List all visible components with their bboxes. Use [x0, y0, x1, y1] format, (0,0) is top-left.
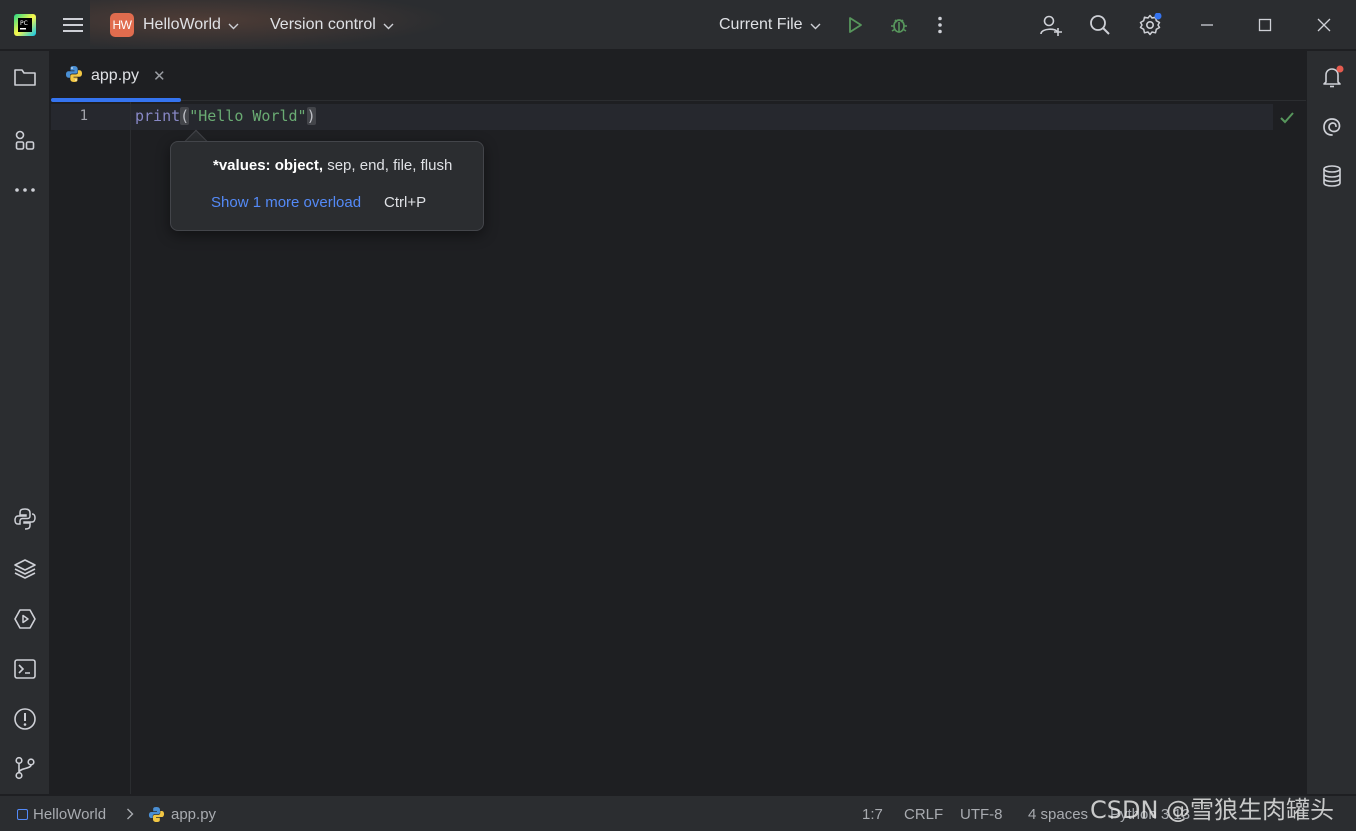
- editor-tab-strip: app.py ✕: [51, 51, 1306, 102]
- structure-icon[interactable]: [12, 127, 38, 153]
- maximize-icon[interactable]: [1258, 0, 1276, 50]
- current-parameter: *values: object,: [213, 157, 324, 174]
- main-menu-icon[interactable]: [62, 0, 86, 50]
- left-tool-strip: [0, 51, 50, 794]
- vcs-label: Version control: [270, 16, 376, 33]
- module-icon: [17, 808, 28, 820]
- run-icon[interactable]: [846, 0, 866, 50]
- title-bar: PC HW HelloWorld Version control Current…: [0, 0, 1356, 50]
- svg-text:PC: PC: [20, 20, 28, 27]
- line-ending[interactable]: CRLF: [904, 796, 943, 831]
- file-encoding[interactable]: UTF-8: [960, 796, 1003, 831]
- parameter-info-popup: *values: object, sep, end, file, flush S…: [170, 141, 484, 231]
- line-gutter: 1: [51, 102, 131, 794]
- database-icon[interactable]: [1319, 163, 1345, 189]
- chevron-right-icon: [126, 796, 134, 831]
- caret-position[interactable]: 1:7: [862, 796, 883, 831]
- more-vertical-icon[interactable]: [930, 0, 950, 50]
- chevron-down-icon: [810, 17, 821, 34]
- debug-icon[interactable]: [889, 0, 909, 50]
- layers-icon[interactable]: [12, 556, 38, 582]
- more-horizontal-icon[interactable]: [12, 177, 38, 203]
- breadcrumb-project[interactable]: HelloWorld: [17, 796, 106, 831]
- breadcrumb-file[interactable]: app.py: [148, 796, 216, 831]
- folder-icon[interactable]: [12, 64, 38, 90]
- services-icon[interactable]: [12, 606, 38, 632]
- add-user-icon[interactable]: [1039, 0, 1063, 50]
- close-icon[interactable]: [1317, 0, 1335, 50]
- breadcrumb-project-label: HelloWorld: [33, 805, 107, 823]
- code-string: "Hello World": [189, 107, 307, 125]
- problems-icon[interactable]: [12, 706, 38, 732]
- watermark: CSDN @雪狼生肉罐头: [1090, 796, 1335, 824]
- right-tool-strip: [1306, 51, 1356, 794]
- terminal-icon[interactable]: [12, 656, 38, 682]
- settings-gear-icon[interactable]: [1138, 0, 1162, 50]
- show-more-overload-link[interactable]: Show 1 more overload: [211, 194, 361, 211]
- project-name: HelloWorld: [143, 16, 221, 33]
- project-selector[interactable]: HW HelloWorld: [110, 0, 239, 50]
- project-badge: HW: [110, 13, 134, 37]
- code-keyword: print: [135, 107, 181, 125]
- python-file-icon: [65, 65, 83, 87]
- git-icon[interactable]: [12, 755, 38, 781]
- ai-assistant-icon[interactable]: [1319, 114, 1345, 140]
- pycharm-logo-icon[interactable]: PC: [14, 0, 36, 50]
- chevron-down-icon: [228, 17, 239, 34]
- overload-shortcut: Ctrl+P: [384, 194, 427, 211]
- line-number: 1: [79, 108, 88, 124]
- code-paren-open: (: [180, 107, 190, 125]
- run-config-label: Current File: [719, 16, 803, 33]
- tab-close-icon[interactable]: ✕: [153, 67, 166, 85]
- chevron-down-icon: [383, 17, 394, 34]
- code-line-1[interactable]: print("Hello World"): [135, 107, 316, 125]
- run-configuration-selector[interactable]: Current File: [719, 0, 821, 50]
- python-file-icon: [148, 806, 165, 823]
- indent-setting[interactable]: 4 spaces: [1028, 796, 1088, 831]
- python-console-icon[interactable]: [12, 506, 38, 532]
- inspection-ok-icon[interactable]: [1279, 111, 1295, 129]
- code-paren-close: ): [306, 107, 316, 125]
- parameter-signature: *values: object, sep, end, file, flush: [213, 157, 452, 174]
- breadcrumb-file-label: app.py: [171, 805, 217, 823]
- minimize-icon[interactable]: [1200, 0, 1218, 50]
- version-control-menu[interactable]: Version control: [270, 0, 394, 50]
- tab-app-py[interactable]: app.py ✕: [51, 51, 181, 102]
- search-icon[interactable]: [1089, 0, 1113, 50]
- remaining-parameters: sep, end, file, flush: [323, 157, 453, 174]
- tab-label: app.py: [91, 67, 140, 84]
- notifications-icon[interactable]: [1319, 64, 1345, 90]
